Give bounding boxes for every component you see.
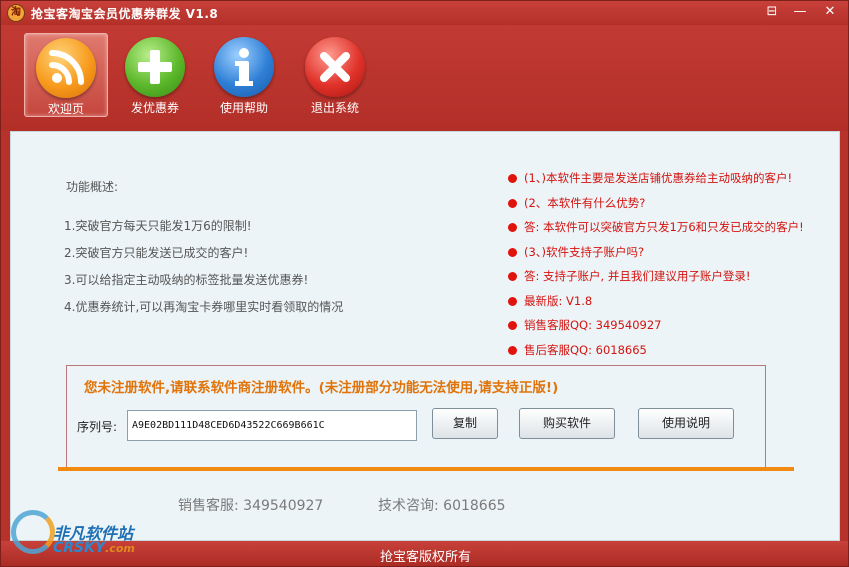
copy-button[interactable]: 复制 xyxy=(432,408,498,439)
faq-item: 最新版: V1.8 xyxy=(506,289,836,314)
feature-item: 1.突破官方每天只能发1万6的限制! xyxy=(64,219,252,233)
feature-item: 2.突破官方只能发送已成交的客户! xyxy=(64,246,249,260)
bullet-icon xyxy=(508,321,517,330)
feature-item: 3.可以给指定主动吸纳的标签批量发送优惠券! xyxy=(64,273,309,287)
close-x-icon xyxy=(305,37,365,97)
faq-text: (2、本软件有什么优势? xyxy=(524,195,646,210)
watermark-com: .com xyxy=(105,542,135,555)
features-title: 功能概述: xyxy=(66,180,119,194)
tab-help-label: 使用帮助 xyxy=(219,101,268,115)
watermark-en-text: CRSKY xyxy=(53,540,106,556)
registration-warning: 您未注册软件,请联系软件商注册软件。(未注册部分功能无法使用,请支持正版!) xyxy=(84,380,559,396)
divider xyxy=(58,467,794,471)
bullet-icon xyxy=(508,345,517,355)
rss-icon xyxy=(36,38,96,98)
sales-contact: 销售客服: 349540927 xyxy=(178,498,324,514)
watermark-logo-icon xyxy=(11,510,55,554)
bullet-icon xyxy=(508,247,517,257)
faq-list: (1、)本软件主要是发送店铺优惠券给主动吸纳的客户! (2、本软件有什么优势? … xyxy=(506,166,836,362)
bullet-icon xyxy=(508,272,517,281)
faq-item: 售后客服QQ: 6018665 xyxy=(506,338,836,363)
close-button[interactable]: ✕ xyxy=(819,4,841,21)
faq-text: 售后客服QQ: 6018665 xyxy=(524,342,647,357)
site-watermark: 非凡软件站 CRSKY.com xyxy=(9,506,169,566)
tab-welcome[interactable]: 欢迎页 xyxy=(24,33,108,117)
info-icon xyxy=(214,37,274,97)
tab-send-coupon[interactable]: 发优惠券 xyxy=(113,33,197,117)
faq-text: 最新版: V1.8 xyxy=(524,293,593,308)
faq-text: 答: 支持子账户, 并且我们建议用子账户登录! xyxy=(524,269,751,283)
window-title: 抢宝客淘宝会员优惠券群发 V1.8 xyxy=(31,7,219,21)
toolbar: 欢迎页 发优惠券 使用帮助 退出系统 xyxy=(1,25,848,131)
bullet-icon xyxy=(508,223,517,232)
tab-exit-label: 退出系统 xyxy=(310,101,359,115)
faq-item: (3、)软件支持子账户吗? xyxy=(506,240,836,265)
main-window: 淘 抢宝客淘宝会员优惠券群发 V1.8 ⊟ — ✕ 欢迎页 发优惠券 使用帮助 … xyxy=(0,0,849,567)
faq-text: (1、)本软件主要是发送店铺优惠券给主动吸纳的客户! xyxy=(524,171,793,185)
faq-text: (3、)软件支持子账户吗? xyxy=(524,244,645,259)
minimize-button[interactable]: — xyxy=(789,4,811,21)
tab-send-coupon-label: 发优惠券 xyxy=(130,101,179,115)
plus-icon xyxy=(125,37,185,97)
manual-button[interactable]: 使用说明 xyxy=(638,408,734,439)
feature-item: 4.优惠券统计,可以再淘宝卡券哪里实时看领取的情况 xyxy=(64,300,344,314)
buy-software-button[interactable]: 购买软件 xyxy=(519,408,615,439)
tab-exit[interactable]: 退出系统 xyxy=(293,33,377,117)
tab-help[interactable]: 使用帮助 xyxy=(202,33,286,117)
faq-item: 销售客服QQ: 349540927 xyxy=(506,313,836,338)
bullet-icon xyxy=(508,296,517,306)
bullet-icon xyxy=(508,174,517,183)
watermark-en: CRSKY.com xyxy=(53,540,135,556)
tech-contact: 技术咨询: 6018665 xyxy=(378,498,506,514)
faq-text: 答: 本软件可以突破官方只发1万6和只发已成交的客户! xyxy=(524,220,804,234)
welcome-panel: 功能概述: 1.突破官方每天只能发1万6的限制! 2.突破官方只能发送已成交的客… xyxy=(10,131,840,541)
faq-item: 答: 本软件可以突破官方只发1万6和只发已成交的客户! xyxy=(506,215,836,240)
serial-label: 序列号: xyxy=(77,420,118,434)
registration-box: 您未注册软件,请联系软件商注册软件。(未注册部分功能无法使用,请支持正版!) 序… xyxy=(66,365,766,468)
title-bar[interactable]: 淘 抢宝客淘宝会员优惠券群发 V1.8 ⊟ — ✕ xyxy=(1,1,848,25)
faq-item: (2、本软件有什么优势? xyxy=(506,191,836,216)
faq-text: 销售客服QQ: 349540927 xyxy=(524,318,662,332)
settings-icon[interactable]: ⊟ xyxy=(761,4,783,21)
tab-welcome-label: 欢迎页 xyxy=(47,102,84,116)
faq-item: (1、)本软件主要是发送店铺优惠券给主动吸纳的客户! xyxy=(506,166,836,191)
bullet-icon xyxy=(508,198,517,208)
app-logo-icon: 淘 xyxy=(7,4,25,22)
faq-item: 答: 支持子账户, 并且我们建议用子账户登录! xyxy=(506,264,836,289)
serial-number-field[interactable]: A9E02BD111D48CED6D43522C669B661C xyxy=(127,410,417,441)
